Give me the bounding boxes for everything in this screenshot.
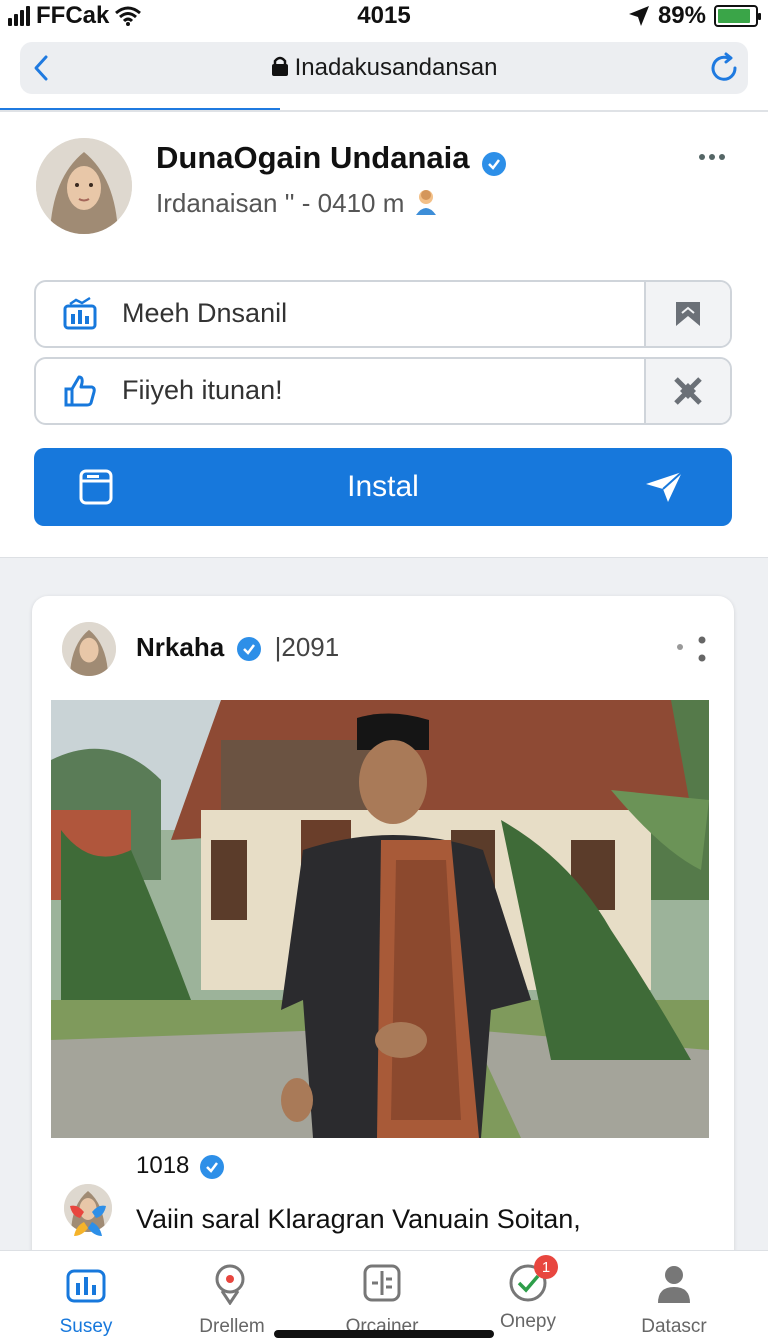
address-bar[interactable]: Inadakusandansan: [20, 42, 748, 94]
grid-icon: [363, 1264, 401, 1302]
chart-icon: [66, 1269, 106, 1303]
profile-panel: DunaOgain Undanaia Irdanaisan '' - 0410 …: [0, 112, 768, 558]
crossed-out-icon: [674, 377, 702, 405]
field-meeh[interactable]: Meeh Dnsanil: [34, 280, 732, 348]
field-label: Fiiyeh itunan!: [122, 375, 283, 405]
bookmark-icon: [676, 302, 700, 326]
install-button[interactable]: Instal: [34, 448, 732, 526]
comment-author-row: 1018: [136, 1152, 225, 1180]
bookmark-button[interactable]: [644, 282, 730, 346]
url-row[interactable]: Inadakusandansan: [20, 54, 748, 82]
comment-author[interactable]: 1018: [136, 1152, 189, 1179]
nav-label: Datascr: [641, 1316, 707, 1337]
dismiss-button[interactable]: [644, 359, 730, 423]
home-indicator[interactable]: [274, 1330, 494, 1338]
post-caption: Vaiin saral Klaragran Vanuain Soitan,: [136, 1204, 581, 1234]
verified-badge-icon: [200, 1154, 225, 1179]
location-arrow-icon: [628, 6, 649, 26]
send-icon: [646, 471, 683, 502]
browser-toolbar: Inadakusandansan: [0, 34, 768, 112]
post-author[interactable]: Nrkaha: [136, 632, 224, 662]
lock-icon: [271, 56, 288, 76]
post-card: Nrkaha |2091 1018 Vaiin saral Klaragran …: [32, 596, 734, 1276]
profile-name-row: DunaOgain Undanaia: [156, 140, 506, 176]
post-photo[interactable]: [51, 700, 709, 1138]
thumbs-up-icon: [64, 375, 96, 407]
nav-item-susey[interactable]: Susey: [16, 1261, 156, 1338]
more-dots-icon[interactable]: [674, 636, 710, 662]
map-pin-icon: [215, 1264, 245, 1306]
hijab-portrait-icon: [36, 138, 132, 234]
reload-icon[interactable]: [708, 52, 740, 84]
post-count: |2091: [274, 632, 340, 662]
notification-badge: 1: [534, 1255, 558, 1279]
status-bar: FFCak 4015 89%: [0, 0, 768, 34]
post-avatar[interactable]: [62, 622, 116, 676]
hijab-portrait-icon: [62, 622, 116, 676]
nav-item-orcainer[interactable]: Orcainer: [312, 1261, 452, 1338]
install-label: Instal: [347, 470, 419, 503]
verified-badge-icon: [481, 151, 506, 176]
verified-badge-icon: [237, 637, 262, 662]
url-text: Inadakusandansan: [294, 54, 498, 81]
avatar[interactable]: [36, 138, 132, 234]
nav-label: Susey: [59, 1316, 113, 1337]
person-emoji-icon: [415, 190, 436, 215]
status-right: 89%: [628, 2, 761, 30]
nav-item-drellem[interactable]: Drellem: [162, 1261, 302, 1338]
man-in-front-of-house-photo: [51, 700, 709, 1138]
field-label: Meeh Dnsanil: [122, 298, 288, 328]
profile-subtitle-row: Irdanaisan '' - 0410 m: [156, 188, 440, 219]
post-author-row: Nrkaha |2091: [136, 632, 339, 663]
battery-percent: 89%: [657, 2, 706, 29]
colorful-logo-icon: [70, 1205, 106, 1236]
profile-name: DunaOgain Undanaia: [156, 140, 470, 175]
field-fiiyeh[interactable]: Fiiyeh itunan!: [34, 357, 732, 425]
profile-subtitle: Irdanaisan '' - 0410 m: [156, 188, 405, 218]
battery-icon: [714, 5, 761, 27]
stats-icon: [63, 296, 97, 330]
nav-item-datascr[interactable]: Datascr: [604, 1261, 744, 1338]
more-horizontal-icon[interactable]: [698, 152, 726, 162]
person-icon: [658, 1266, 690, 1303]
nav-item-onepy[interactable]: 1 Onepy: [458, 1255, 598, 1333]
